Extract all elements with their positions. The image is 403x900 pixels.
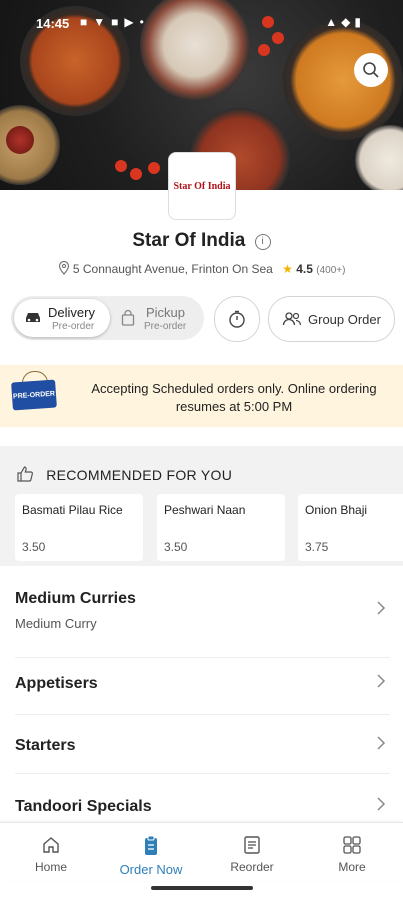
group-order-label: Group Order (308, 311, 381, 327)
order-mode-toggle: Delivery Pre-order Pickup Pre-order (11, 296, 204, 340)
info-icon[interactable]: i (254, 234, 271, 250)
category-title: Appetisers (15, 675, 98, 692)
grid-icon (343, 836, 361, 854)
nav-home[interactable]: Home (1, 823, 101, 881)
status-bar: 14:45 ■▼■▶• ▲◆▮ (0, 0, 403, 48)
item-name: Peshwari Naan (164, 503, 246, 517)
pickup-option[interactable]: Pickup Pre-order (111, 299, 201, 337)
timer-icon (229, 310, 245, 328)
address-row: 5 Connaught Avenue, Frinton On Sea ★ 4.5… (0, 260, 403, 276)
order-icon (145, 835, 157, 855)
schedule-notice-banner: PRE-ORDER Accepting Scheduled orders onl… (0, 365, 403, 427)
delivery-label: Delivery (48, 305, 95, 320)
thumbs-up-icon (17, 466, 33, 482)
category-title: Starters (15, 737, 76, 754)
restaurant-address: 5 Connaught Avenue, Frinton On Sea (72, 262, 273, 276)
recommended-item-card[interactable]: Onion Bhaji 3.75 (298, 494, 403, 561)
category-title: Medium Curries (15, 590, 136, 607)
nav-order-now[interactable]: Order Now (101, 823, 201, 881)
star-icon: ★ (282, 262, 293, 276)
nav-more[interactable]: More (302, 823, 402, 881)
home-icon (43, 837, 59, 853)
tomato-decoration (115, 160, 127, 172)
nav-label: Order Now (119, 862, 183, 877)
location-pin-icon (58, 260, 69, 275)
search-icon (363, 62, 379, 78)
category-row[interactable]: Starters (0, 715, 403, 773)
recommended-item-card[interactable]: Basmati Pilau Rice 3.50 (15, 494, 143, 561)
bottom-navigation: Home Order Now Reorder More (0, 822, 403, 881)
sauce-bowl-image (6, 126, 34, 154)
item-name: Basmati Pilau Rice (22, 503, 123, 517)
category-row[interactable]: Appetisers (0, 658, 403, 714)
item-price: 3.50 (164, 540, 188, 554)
system-icons: ▲◆▮ (325, 15, 365, 29)
restaurant-name-row: Star Of India i (0, 230, 403, 252)
rating-value: 4.5 (296, 262, 313, 276)
rating-count: (400+) (316, 265, 346, 276)
chevron-right-icon (377, 674, 386, 688)
pre-order-tag-icon: PRE-ORDER (11, 379, 57, 411)
delivery-sub: Pre-order (52, 321, 95, 332)
receipt-icon (244, 836, 260, 854)
chevron-right-icon (377, 797, 386, 811)
nav-label: Home (34, 860, 67, 874)
chevron-right-icon (377, 736, 386, 750)
pickup-sub: Pre-order (144, 321, 187, 332)
category-row[interactable]: Tandoori Specials (0, 774, 403, 822)
status-time: 14:45 (36, 16, 70, 31)
category-subtitle: Medium Curry (15, 616, 97, 631)
nav-label: More (338, 860, 366, 874)
nav-reorder[interactable]: Reorder (202, 823, 302, 881)
pickup-label: Pickup (146, 305, 186, 320)
schedule-button[interactable] (214, 296, 260, 342)
car-icon (26, 313, 40, 322)
recommended-title-row: RECOMMENDED FOR YOU (16, 465, 232, 483)
item-price: 3.75 (305, 540, 329, 554)
shopping-bag-icon (121, 310, 135, 326)
restaurant-name: Star Of India (132, 230, 246, 251)
schedule-notice-text: Accepting Scheduled orders only. Online … (91, 381, 377, 414)
tomato-decoration (148, 162, 160, 174)
pre-order-tag-text: PRE-ORDER (12, 390, 56, 400)
nav-label: Reorder (230, 860, 274, 874)
notification-icons: ■▼■▶• (80, 15, 150, 29)
category-row[interactable]: Medium Curries Medium Curry (0, 575, 403, 657)
chevron-right-icon (377, 601, 386, 615)
recommended-title: RECOMMENDED FOR YOU (46, 467, 233, 483)
group-icon (282, 312, 302, 326)
recommended-section: RECOMMENDED FOR YOU Basmati Pilau Rice 3… (0, 446, 403, 566)
restaurant-logo: Star Of India (168, 152, 236, 220)
group-order-button[interactable]: Group Order (268, 296, 395, 342)
category-title: Tandoori Specials (15, 798, 152, 815)
item-name: Onion Bhaji (305, 503, 368, 517)
recommended-item-card[interactable]: Peshwari Naan 3.50 (157, 494, 285, 561)
logo-text: Star Of India (173, 180, 231, 192)
delivery-option[interactable]: Delivery Pre-order (14, 299, 110, 337)
tomato-decoration (130, 168, 142, 180)
gesture-home-bar[interactable] (151, 886, 253, 890)
item-price: 3.50 (22, 540, 46, 554)
search-button[interactable] (354, 53, 388, 87)
